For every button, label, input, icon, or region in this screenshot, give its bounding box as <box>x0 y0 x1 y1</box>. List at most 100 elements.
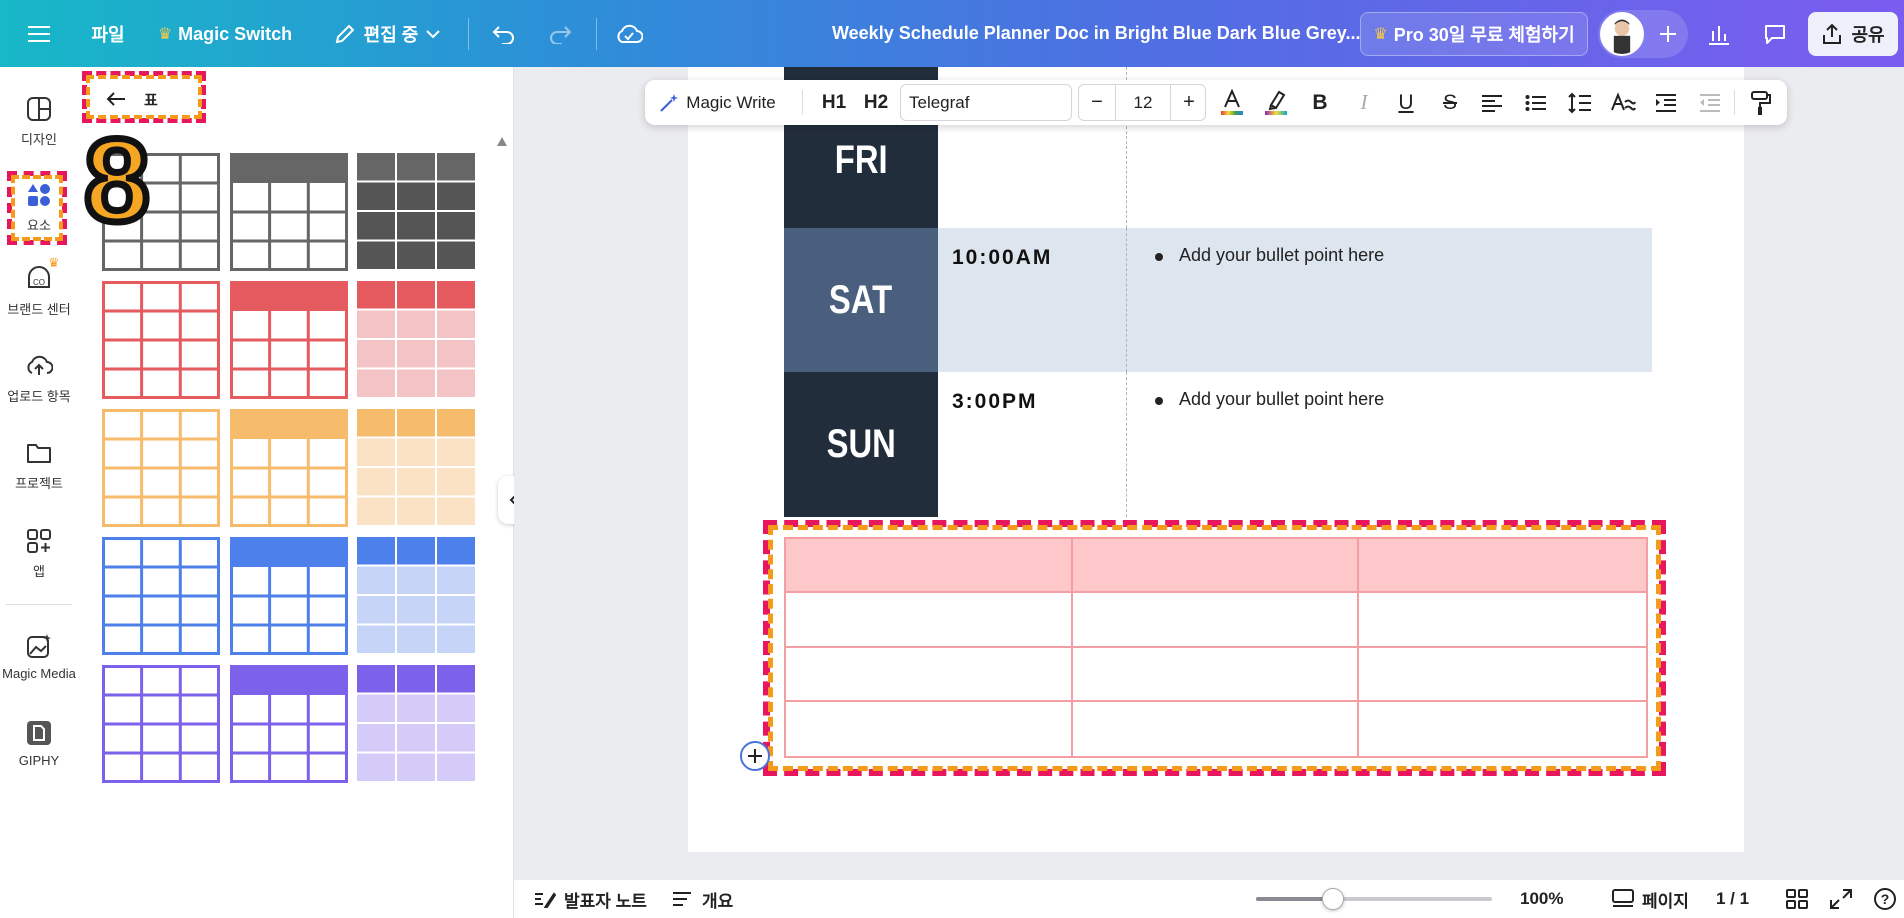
magic-switch-label: Magic Switch <box>178 23 293 44</box>
table-style-option[interactable] <box>230 281 348 399</box>
table-style-option[interactable] <box>357 409 475 527</box>
day-cell[interactable]: SUN <box>784 372 938 517</box>
text-effects-button[interactable] <box>1603 80 1643 125</box>
magic-write-button[interactable]: Magic Write <box>655 80 779 125</box>
giphy-icon <box>27 721 51 745</box>
share-icon <box>1823 23 1842 44</box>
time-cell[interactable]: 3:00PM <box>938 372 1126 517</box>
highlight-table-orange <box>768 525 1661 771</box>
h1-label: H1 <box>821 91 847 113</box>
pencil-icon <box>335 24 355 44</box>
heading-2-button[interactable]: H2 <box>857 80 895 125</box>
editing-mode-dropdown[interactable]: 편집 중 <box>322 12 452 56</box>
schedule-table[interactable]: FRI SAT 10:00AM Add your bullet point he… <box>784 67 1652 517</box>
rail-item-giphy[interactable]: GIPHY <box>0 719 78 768</box>
table-style-thumbnail <box>230 409 348 527</box>
zoom-value[interactable]: 100% <box>1520 880 1563 918</box>
underline-button[interactable]: U <box>1387 80 1425 125</box>
rail-item-design[interactable]: 디자인 <box>0 95 78 148</box>
day-cell[interactable]: SAT <box>784 228 938 372</box>
heading-1-button[interactable]: H1 <box>815 80 853 125</box>
table-style-option[interactable] <box>230 153 348 271</box>
increase-font-button[interactable]: + <box>1171 85 1207 120</box>
table-style-option[interactable] <box>102 537 220 655</box>
table-style-option[interactable] <box>357 537 475 655</box>
overview-button[interactable]: 개요 <box>672 880 733 918</box>
undo-icon <box>492 26 514 44</box>
text-color-icon <box>1221 88 1243 115</box>
table-row: SUN 3:00PM Add your bullet point here <box>784 372 1652 517</box>
copy-style-button[interactable] <box>1741 80 1781 125</box>
spacing-button[interactable] <box>1561 80 1599 125</box>
undo-button[interactable] <box>484 12 524 56</box>
highlight-elements-orange <box>11 175 63 241</box>
zoom-slider-thumb[interactable] <box>1322 888 1344 910</box>
upload-icon <box>27 355 53 375</box>
divider <box>596 18 597 50</box>
table-style-option[interactable] <box>357 281 475 399</box>
bullet-dot <box>1155 396 1163 405</box>
elements-panel: 표 8 <box>78 67 514 918</box>
rail-item-apps[interactable]: 앱 <box>0 527 78 580</box>
indent-button[interactable] <box>1647 80 1685 125</box>
pro-trial-button[interactable]: ♛ Pro 30일 무료 체험하기 <box>1360 12 1588 56</box>
bullet-cell[interactable]: Add your bullet point here <box>1126 228 1652 372</box>
align-left-icon <box>1482 94 1502 112</box>
add-row-button[interactable] <box>740 741 770 771</box>
file-menu-button[interactable]: 파일 <box>80 12 136 56</box>
share-button[interactable]: 공유 <box>1808 12 1898 56</box>
strikethrough-button[interactable]: S <box>1431 80 1469 125</box>
table-style-option[interactable] <box>357 665 475 783</box>
avatar-image <box>1613 19 1631 54</box>
decrease-font-button[interactable]: − <box>1079 85 1115 120</box>
table-style-option[interactable] <box>230 665 348 783</box>
table-style-thumbnail <box>102 537 220 655</box>
rail-item-projects[interactable]: 프로젝트 <box>0 439 78 492</box>
font-family-select[interactable]: Telegraf <box>900 84 1072 121</box>
pro-trial-label: Pro 30일 무료 체험하기 <box>1393 25 1575 45</box>
chevron-down-icon <box>426 30 441 39</box>
fullscreen-button[interactable] <box>1830 889 1852 909</box>
page-view-button[interactable]: 페이지 <box>1612 880 1689 918</box>
time-cell[interactable]: 10:00AM <box>938 228 1126 372</box>
italic-button[interactable]: I <box>1345 80 1383 125</box>
magic-switch-button[interactable]: ♛ Magic Switch <box>150 12 300 56</box>
outdent-button[interactable] <box>1691 80 1729 125</box>
bold-button[interactable]: B <box>1301 80 1339 125</box>
redo-button[interactable] <box>540 12 580 56</box>
add-collaborator-button[interactable] <box>1648 14 1688 54</box>
insights-button[interactable] <box>1696 12 1742 56</box>
zoom-slider[interactable] <box>1256 888 1492 910</box>
magic-media-icon <box>27 634 51 658</box>
document-page[interactable]: FRI SAT 10:00AM Add your bullet point he… <box>688 67 1744 852</box>
text-color-button[interactable] <box>1213 80 1251 125</box>
rail-item-label: Magic Media <box>2 666 76 681</box>
document-title[interactable]: Weekly Schedule Planner Doc in Bright Bl… <box>832 0 1361 67</box>
menu-button[interactable] <box>18 12 60 56</box>
table-style-option[interactable] <box>102 281 220 399</box>
overview-label: 개요 <box>702 891 734 911</box>
font-size-value[interactable]: 12 <box>1115 85 1171 120</box>
help-button[interactable]: ? <box>1874 888 1896 910</box>
list-button[interactable] <box>1517 80 1555 125</box>
avatar[interactable] <box>1600 12 1644 56</box>
rail-item-label: 앱 <box>33 564 45 579</box>
cloud-save-button[interactable] <box>608 12 650 56</box>
panel-scrollbar[interactable] <box>496 137 508 917</box>
table-style-option[interactable] <box>102 409 220 527</box>
align-button[interactable] <box>1473 80 1511 125</box>
grid-view-button[interactable] <box>1786 889 1808 909</box>
table-style-option[interactable] <box>230 409 348 527</box>
highlight-color-button[interactable] <box>1257 80 1295 125</box>
table-style-option[interactable] <box>230 537 348 655</box>
table-style-option[interactable] <box>357 153 475 271</box>
indent-icon <box>1656 93 1676 112</box>
rail-item-uploads[interactable]: 업로드 항목 <box>0 352 78 405</box>
rail-item-magic-media[interactable]: Magic Media <box>0 632 78 681</box>
speaker-notes-button[interactable]: 발표자 노트 <box>534 880 647 918</box>
font-size-stepper[interactable]: − 12 + <box>1078 84 1206 121</box>
comments-button[interactable] <box>1752 12 1798 56</box>
rail-item-brand[interactable]: ♛ CO 브랜드 센터 <box>0 255 78 318</box>
table-style-option[interactable] <box>102 665 220 783</box>
bullet-cell[interactable]: Add your bullet point here <box>1126 372 1652 517</box>
